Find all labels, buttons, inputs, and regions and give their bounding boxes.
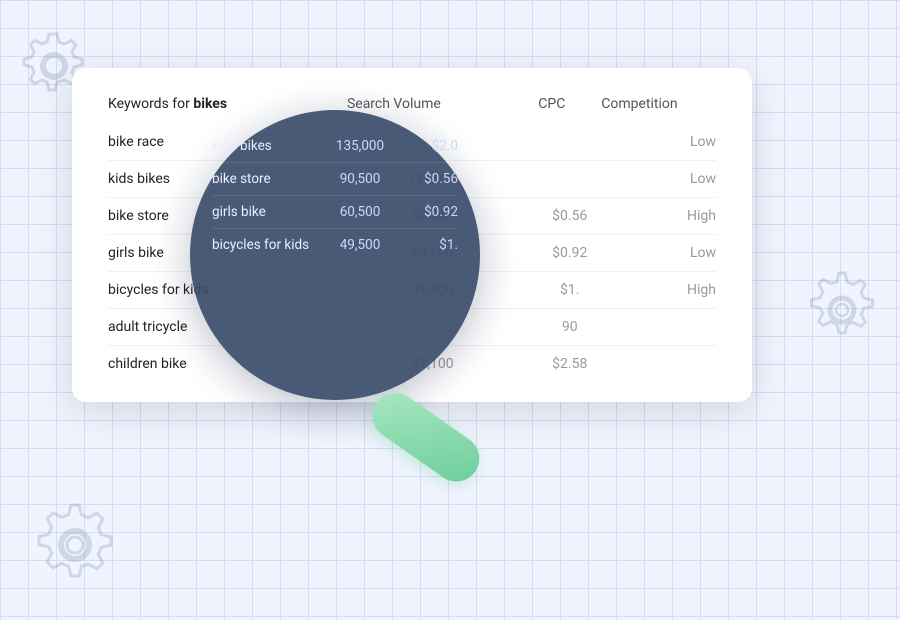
mag-cpc: $0.92 <box>408 204 458 220</box>
cell-competition: High <box>601 272 716 309</box>
cell-competition: Low <box>601 124 716 161</box>
gear-icon-bottom-left <box>30 500 120 590</box>
mag-cpc: $1. <box>408 237 458 253</box>
magnifier-row: kids bikes 135,000 $2.0 <box>212 138 458 163</box>
cell-cpc <box>518 161 601 198</box>
col-header-cpc: CPC <box>518 96 601 124</box>
cell-cpc: 90 <box>518 309 601 346</box>
magnifier-content: kids bikes 135,000 $2.0 bike store 90,50… <box>212 138 458 261</box>
cell-cpc: $1. <box>518 272 601 309</box>
cell-cpc <box>518 124 601 161</box>
cell-competition <box>601 346 716 383</box>
cell-cpc: $0.56 <box>518 198 601 235</box>
cell-competition: High <box>601 198 716 235</box>
col-header-competition: Competition <box>601 96 716 124</box>
cell-competition: Low <box>601 235 716 272</box>
mag-volume: 49,500 <box>330 237 390 253</box>
magnifier-row: bicycles for kids 49,500 $1. <box>212 229 458 261</box>
mag-keyword: bicycles for kids <box>212 237 312 253</box>
mag-keyword: girls bike <box>212 204 312 220</box>
mag-cpc: $0.56 <box>408 171 458 187</box>
mag-volume: 135,000 <box>330 138 390 154</box>
magnifier-row: girls bike 60,500 $0.92 <box>212 196 458 229</box>
magnifier: kids bikes 135,000 $2.0 bike store 90,50… <box>190 110 510 430</box>
cell-competition: Low <box>601 161 716 198</box>
mag-volume: 90,500 <box>330 171 390 187</box>
gear-icon-right <box>802 270 882 350</box>
magnifier-row: bike store 90,500 $0.56 <box>212 163 458 196</box>
mag-keyword: bike store <box>212 171 312 187</box>
mag-keyword: kids bikes <box>212 138 312 154</box>
cell-competition <box>601 309 716 346</box>
cell-cpc: $0.92 <box>518 235 601 272</box>
mag-volume: 60,500 <box>330 204 390 220</box>
cell-cpc: $2.58 <box>518 346 601 383</box>
mag-cpc: $2.0 <box>408 138 458 154</box>
